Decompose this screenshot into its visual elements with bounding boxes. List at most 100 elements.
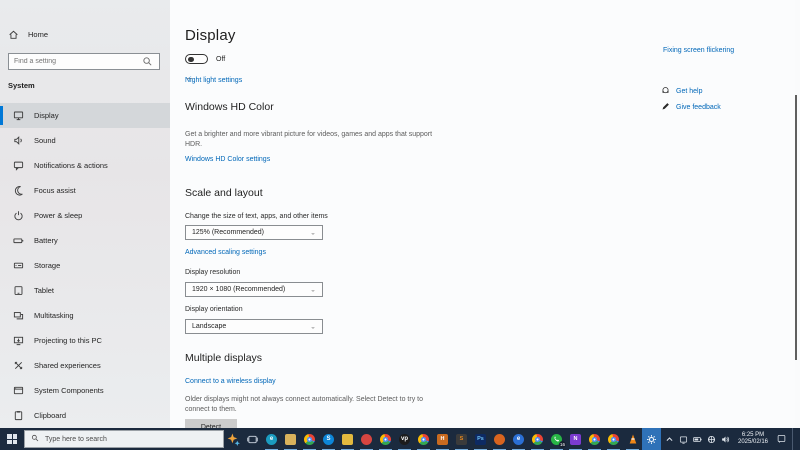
chrome-icon-2[interactable] (414, 428, 433, 450)
sidebar-nav: Display Sound Notifications & actions Focus… (0, 103, 170, 428)
sidebar-item-label: Display (34, 111, 59, 120)
sublime-icon[interactable]: S (452, 428, 471, 450)
get-help-link[interactable]: Get help (676, 88, 702, 95)
give-feedback-link[interactable]: Give feedback (676, 104, 721, 111)
chevron-up-icon[interactable] (665, 435, 674, 444)
notifications-icon (13, 160, 25, 172)
sidebar-item-label: Clipboard (34, 411, 67, 420)
battery-icon[interactable] (693, 435, 702, 444)
chrome-icon-5[interactable] (604, 428, 623, 450)
multiple-displays-description: Older displays might not always connect … (185, 396, 423, 413)
feedback-row[interactable]: Give feedback (661, 98, 721, 116)
hd-color-heading: Windows HD Color (185, 101, 274, 113)
feedback-pen-icon (661, 98, 670, 116)
scale-size-label: Change the size of text, apps, and other… (185, 213, 328, 220)
fixing-screen-flickering-link[interactable]: Fixing screen flickering (663, 47, 734, 54)
sidebar-item-focus-assist[interactable]: Focus assist (0, 178, 170, 203)
office-orange-icon[interactable]: H (433, 428, 452, 450)
power-icon (13, 210, 25, 222)
resolution-dropdown-value: 1920 × 1080 (Recommended) (192, 286, 286, 293)
vertical-scrollbar[interactable] (795, 95, 797, 360)
chrome-icon[interactable] (376, 428, 395, 450)
notion-icon[interactable]: N (566, 428, 585, 450)
search-icon (142, 56, 154, 68)
sidebar-item-tablet[interactable]: Tablet (0, 278, 170, 303)
sidebar-item-multitasking[interactable]: Multitasking (0, 303, 170, 328)
edge-icon[interactable]: e (262, 428, 281, 450)
chrome-icon-3[interactable] (528, 428, 547, 450)
sidebar-item-label: Battery (34, 236, 58, 245)
resolution-dropdown[interactable]: 1920 × 1080 (Recommended) ⌄ (185, 282, 323, 297)
start-button[interactable] (0, 428, 24, 450)
wireless-display-link[interactable]: Connect to a wireless display (185, 378, 276, 385)
firefox-icon[interactable] (490, 428, 509, 450)
show-desktop-button[interactable] (792, 428, 795, 450)
storage-icon (13, 260, 25, 272)
night-light-toggle[interactable] (185, 54, 208, 64)
toggle-knob (188, 56, 194, 62)
main-content: Display Off Night light settings Windows… (170, 0, 795, 435)
file-explorer-icon[interactable] (281, 428, 300, 450)
sidebar-item-label: Projecting to this PC (34, 336, 102, 345)
skype-icon[interactable]: S (319, 428, 338, 450)
tablet-tray-icon[interactable] (679, 435, 688, 444)
scale-dropdown-value: 125% (Recommended) (192, 229, 264, 236)
action-center-icon[interactable] (777, 430, 786, 448)
orientation-dropdown[interactable]: Landscape ⌄ (185, 319, 323, 334)
sidebar-item-sound[interactable]: Sound (0, 128, 170, 153)
home-icon (8, 28, 20, 40)
system-tray (665, 435, 730, 444)
multiple-displays-heading: Multiple displays (185, 352, 263, 364)
taskbar-clock[interactable]: 6:25 PM 2025/02/16 (735, 432, 771, 446)
settings-sidebar: Home System Display Sound Notifications & … (0, 0, 170, 428)
night-light-settings-link[interactable]: Night light settings (185, 77, 242, 84)
taskbar-search-placeholder: Type here to search (45, 435, 107, 443)
sidebar-item-home[interactable]: Home (8, 26, 158, 42)
sidebar-item-battery[interactable]: Battery (0, 228, 170, 253)
vp-app-icon[interactable]: vp (395, 428, 414, 450)
sidebar-item-label: Shared experiences (34, 361, 101, 370)
chrome-profile-icon[interactable] (300, 428, 319, 450)
sidebar-section-label: System (8, 81, 35, 90)
sidebar-item-power-sleep[interactable]: Power & sleep (0, 203, 170, 228)
orientation-label: Display orientation (185, 306, 243, 313)
folder-icon[interactable] (338, 428, 357, 450)
clock-time: 6:25 PM (741, 432, 765, 438)
sidebar-item-system-components[interactable]: System Components (0, 378, 170, 403)
sidebar-search-input[interactable] (14, 58, 142, 65)
sidebar-item-storage[interactable]: Storage (0, 253, 170, 278)
volume-icon[interactable] (721, 435, 730, 444)
network-icon[interactable] (707, 435, 716, 444)
shared-icon (13, 360, 25, 372)
edge-blue-icon[interactable]: e (509, 428, 528, 450)
scale-dropdown[interactable]: 125% (Recommended) ⌄ (185, 225, 323, 240)
task-view-icon[interactable] (243, 428, 262, 450)
settings-gear-icon[interactable] (642, 428, 661, 450)
taskbar: Type here to search e Svp H S Ps e 16 N 6:25 PM… (0, 428, 800, 450)
whatsapp-icon[interactable]: 16 (547, 428, 566, 450)
chrome-icon-4[interactable] (585, 428, 604, 450)
focus-assist-icon (13, 185, 25, 197)
sidebar-item-projecting-to-this-pc[interactable]: Projecting to this PC (0, 328, 170, 353)
copilot-sparkle-icon[interactable] (224, 428, 243, 450)
sidebar-item-notifications-actions[interactable]: Notifications & actions (0, 153, 170, 178)
hd-color-settings-link[interactable]: Windows HD Color settings (185, 156, 270, 163)
projecting-icon (13, 335, 25, 347)
sidebar-item-label: System Components (34, 386, 104, 395)
clipboard-icon (13, 410, 25, 422)
advanced-scaling-link[interactable]: Advanced scaling settings (185, 249, 266, 256)
photoshop-icon[interactable]: Ps (471, 428, 490, 450)
sidebar-item-label: Tablet (34, 286, 55, 295)
vlc-icon[interactable] (623, 428, 642, 450)
sidebar-search-box[interactable] (8, 53, 160, 70)
sidebar-item-display[interactable]: Display (0, 103, 170, 128)
sidebar-item-label: Sound (34, 136, 56, 145)
sidebar-item-label: Storage (34, 261, 61, 270)
poker-chip-icon[interactable] (357, 428, 376, 450)
taskbar-search-box[interactable]: Type here to search (24, 430, 224, 448)
orientation-dropdown-value: Landscape (192, 323, 227, 330)
components-icon (13, 385, 25, 397)
sidebar-item-clipboard[interactable]: Clipboard (0, 403, 170, 428)
sidebar-item-shared-experiences[interactable]: Shared experiences (0, 353, 170, 378)
tablet-icon (13, 285, 25, 297)
